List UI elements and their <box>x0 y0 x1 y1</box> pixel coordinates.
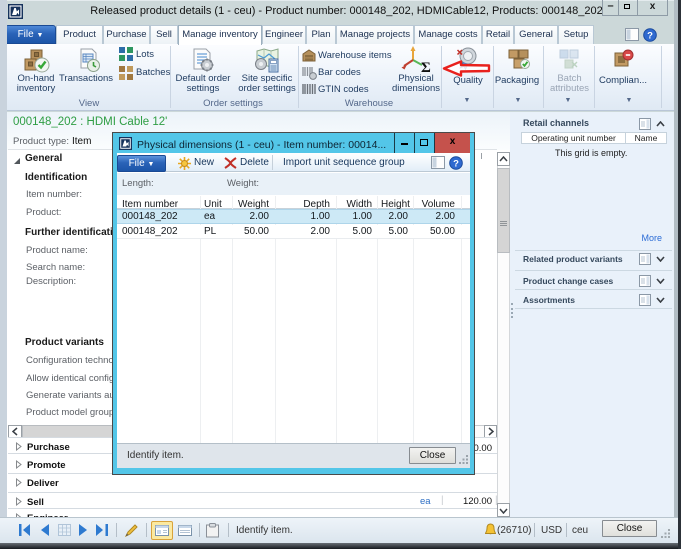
svg-text:?: ? <box>647 31 653 42</box>
svg-text:?: ? <box>453 159 459 170</box>
